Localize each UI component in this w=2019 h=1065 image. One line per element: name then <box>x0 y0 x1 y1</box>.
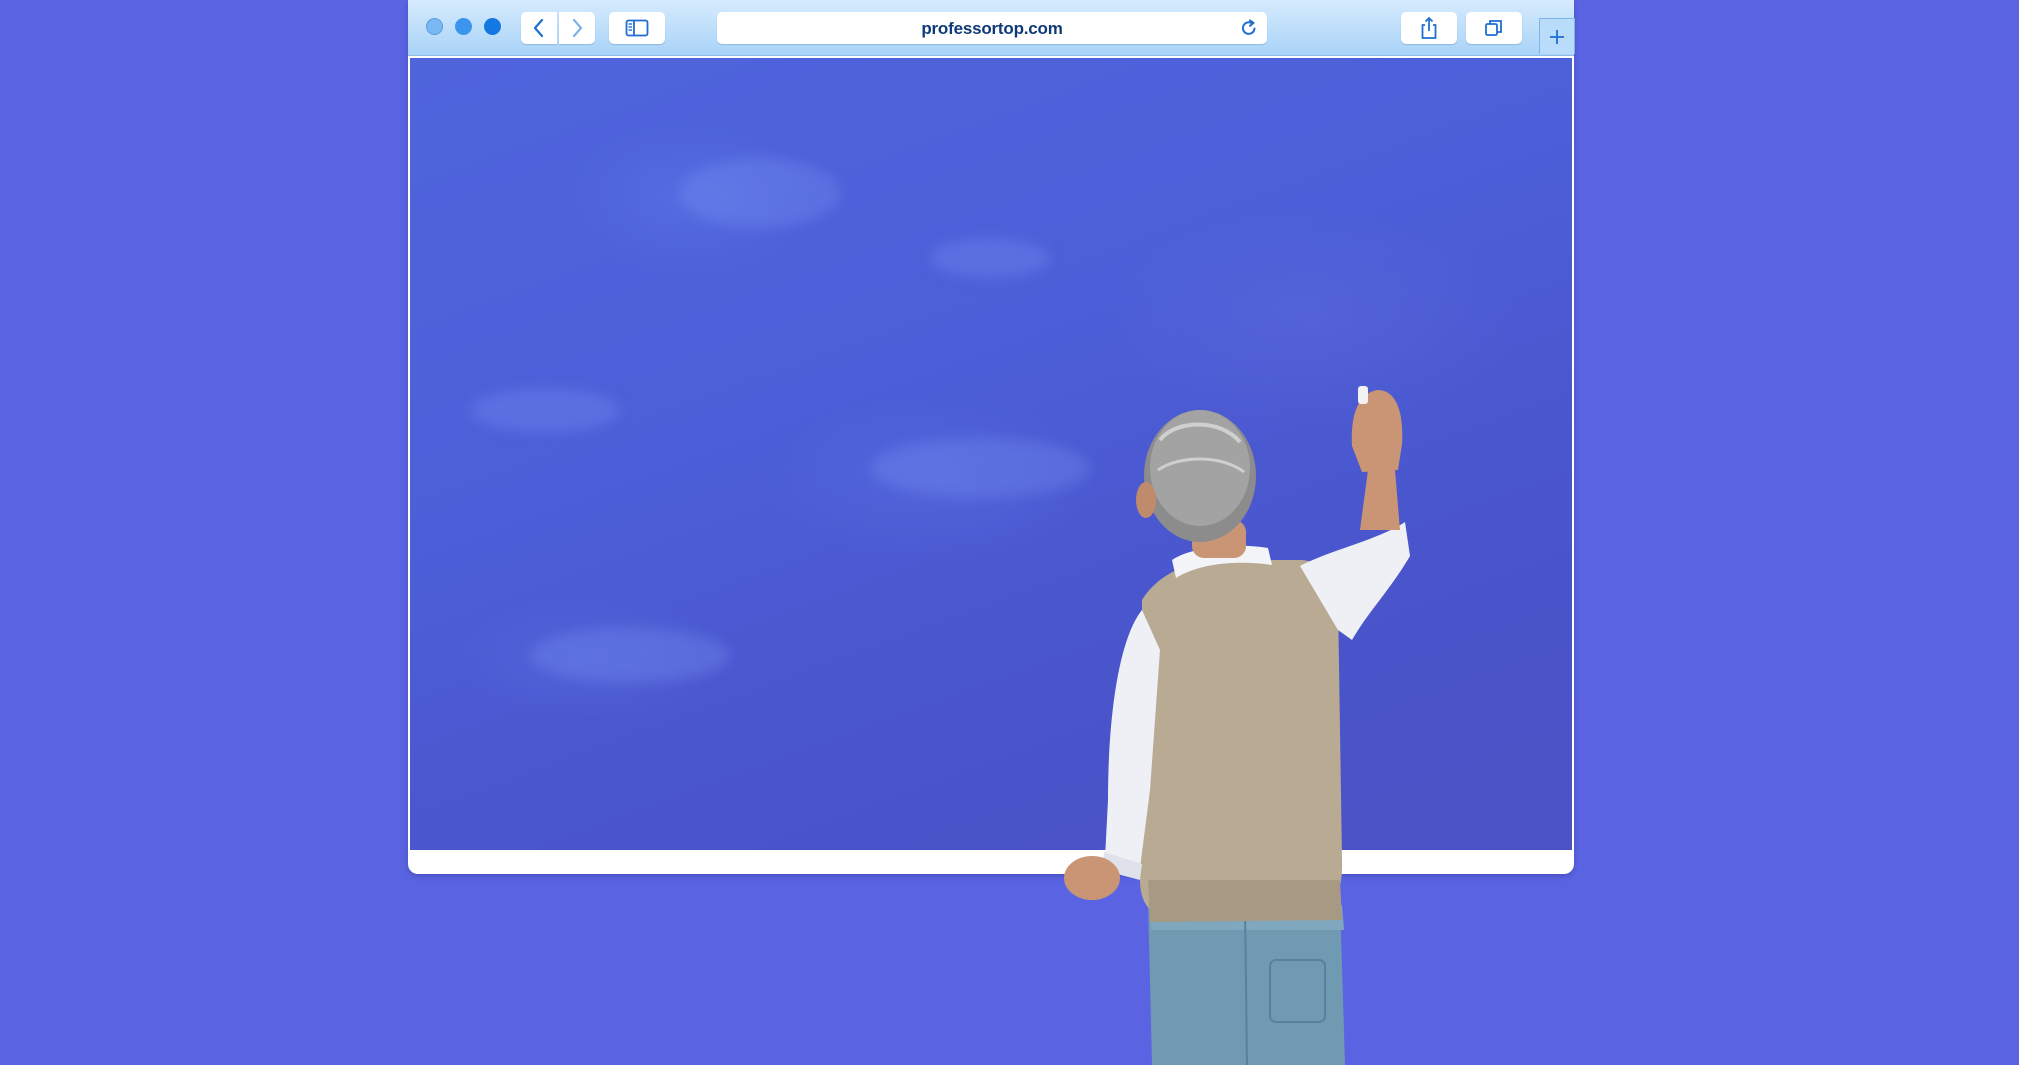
browser-window: professortop.com <box>408 0 1575 874</box>
minimize-window-dot[interactable] <box>455 18 472 35</box>
tabs-icon <box>1485 20 1502 36</box>
forward-button[interactable] <box>559 12 595 44</box>
plus-icon <box>1550 29 1564 44</box>
reload-icon[interactable] <box>1239 18 1259 38</box>
share-icon <box>1421 17 1437 39</box>
share-button[interactable] <box>1401 12 1457 44</box>
chevron-left-icon <box>533 18 544 38</box>
new-tab-button[interactable] <box>1539 18 1575 54</box>
sidebar-toggle-button[interactable] <box>609 12 665 44</box>
browser-toolbar: professortop.com <box>408 0 1575 56</box>
sidebar-icon <box>625 19 649 37</box>
back-button[interactable] <box>521 12 557 44</box>
chalkboard-content <box>410 58 1572 850</box>
zoom-window-dot[interactable] <box>484 18 501 35</box>
address-bar[interactable]: professortop.com <box>717 12 1267 44</box>
stage: professortop.com <box>0 0 2019 1065</box>
show-tabs-button[interactable] <box>1466 12 1522 44</box>
close-window-dot[interactable] <box>426 18 443 35</box>
chevron-right-icon <box>572 18 583 38</box>
url-text: professortop.com <box>921 19 1063 38</box>
